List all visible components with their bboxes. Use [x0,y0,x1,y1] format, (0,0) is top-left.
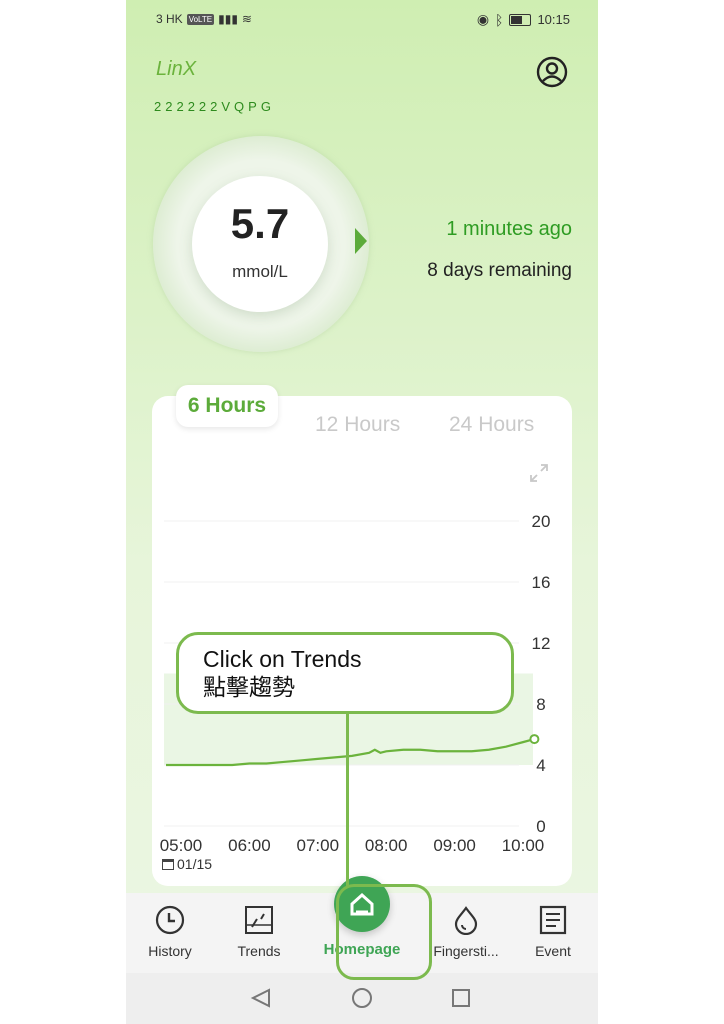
trends-icon [245,906,273,934]
latest-reading-point [529,734,540,745]
x-tick-label: 07:00 [297,836,340,855]
callout-text-en: Click on Trends [203,646,362,672]
chart-date: 01/15 [162,856,212,872]
history-icon [155,905,185,935]
callout-text-zh: 點擊趨勢 [203,674,295,700]
nav-label: History [148,943,192,959]
nav-label: Trends [237,943,281,959]
y-tick-label: 8 [536,695,545,714]
callout-highlight [336,884,432,980]
callout-tooltip: Click on Trends 點擊趨勢 [176,632,514,714]
y-tick-label: 20 [532,512,551,531]
x-tick-label: 10:00 [502,836,545,855]
y-tick-label: 16 [532,573,551,592]
fingerstick-icon [454,906,478,935]
glucose-chart: 20 16 12 8 4 0 05:00 06:00 07:00 08:00 09:00 10:00 [160,512,551,855]
x-tick-label: 09:00 [433,836,476,855]
home-circle-icon[interactable] [352,988,372,1008]
x-tick-label: 06:00 [228,836,271,855]
nav-label: Event [535,943,571,959]
x-tick-label: 05:00 [160,836,203,855]
x-tick-label: 08:00 [365,836,408,855]
y-tick-label: 4 [536,756,545,775]
back-icon[interactable] [250,988,270,1008]
callout-connector [346,714,349,886]
event-icon [539,905,567,935]
system-nav-bar [126,973,598,1024]
calendar-icon [162,858,174,870]
y-tick-label: 12 [532,634,551,653]
y-tick-label: 0 [536,817,545,836]
chart-date-label: 01/15 [177,856,213,872]
phone-screen: 3 HK VoLTE ▮▮▮ ≋ ◉ ᛒ 10:15 LinX 222222VQ… [126,0,598,1024]
recents-icon[interactable] [452,989,470,1007]
